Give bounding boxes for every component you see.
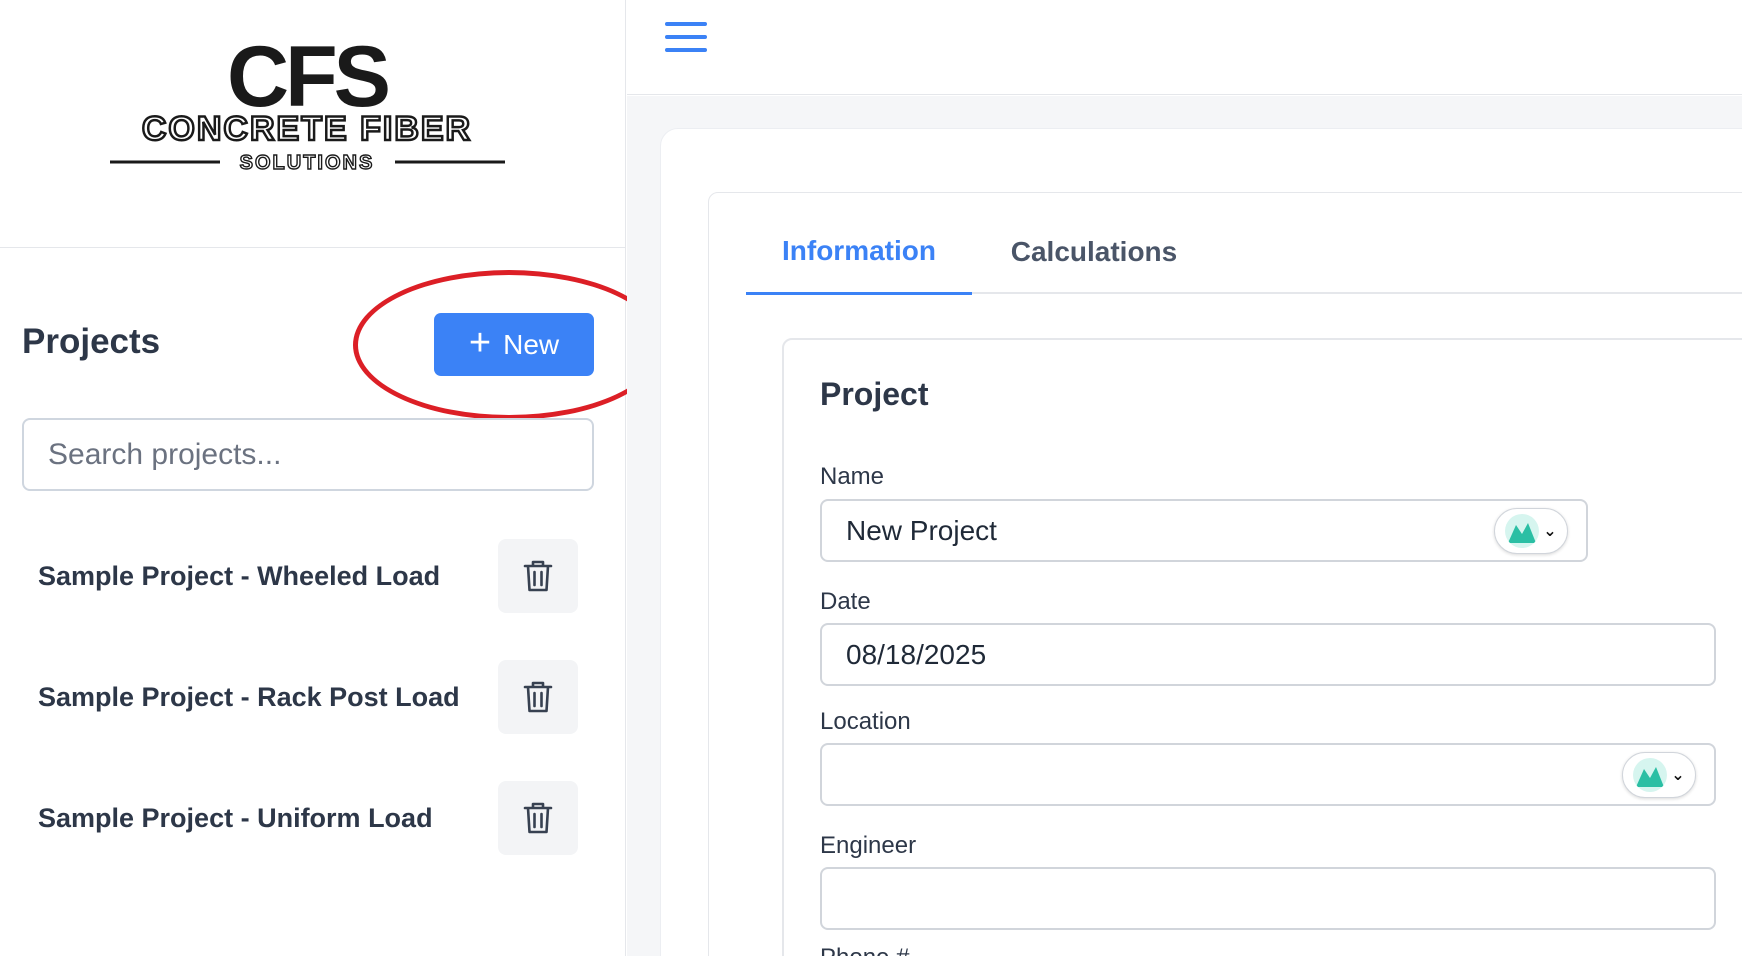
name-field[interactable]: New Project ⌄ [820,499,1588,562]
delete-project-button[interactable] [498,660,578,734]
delete-project-button[interactable] [498,539,578,613]
extension-badge[interactable]: ⌄ [1622,751,1696,798]
plus-icon: + [468,322,492,364]
date-field[interactable]: 08/18/2025 [820,623,1716,686]
engineer-label: Engineer [820,832,917,859]
date-label: Date [820,588,871,615]
project-name[interactable]: Sample Project - Rack Post Load [38,682,460,713]
trash-icon [523,560,553,592]
sidebar: CFS CONCRETE FIBER SOLUTIONS Projects + … [0,0,665,956]
hamburger-menu-icon[interactable] [665,22,707,52]
search-input[interactable] [22,418,594,491]
engineer-field[interactable] [820,867,1716,930]
date-value: 08/18/2025 [846,638,987,670]
trash-icon [523,802,553,834]
new-project-button[interactable]: + New [434,313,594,376]
phone-label: Phone # [820,944,909,956]
projects-title: Projects [22,322,161,361]
card-title: Project [820,376,929,412]
tab-calculations[interactable]: Calculations [972,210,1216,294]
location-field[interactable]: ⌄ [820,743,1716,806]
logo-company-line1: CONCRETE FIBER [142,110,472,148]
chevron-down-icon: ⌄ [1543,522,1557,540]
logo-company-line2: SOLUTIONS [240,152,375,174]
project-name[interactable]: Sample Project - Wheeled Load [38,561,440,592]
extension-logo-icon [1505,513,1540,548]
new-button-label: New [503,328,560,360]
extension-badge[interactable]: ⌄ [1494,507,1568,554]
project-list-item[interactable]: Sample Project - Uniform Load [38,781,578,855]
trash-icon [523,681,553,713]
tab-information[interactable]: Information [746,210,972,295]
project-name[interactable]: Sample Project - Uniform Load [38,803,433,834]
tab-bar: Information Calculations [746,210,1742,295]
name-value: New Project [846,514,997,546]
logo-area: CFS CONCRETE FIBER SOLUTIONS [0,0,626,248]
extension-logo-icon [1633,757,1668,792]
name-label: Name [820,463,885,490]
top-bar [627,0,1742,95]
delete-project-button[interactable] [498,781,578,855]
location-label: Location [820,708,911,735]
chevron-down-icon: ⌄ [1671,766,1685,784]
company-logo: CFS CONCRETE FIBER SOLUTIONS [110,40,505,175]
project-list-item[interactable]: Sample Project - Wheeled Load [38,539,578,613]
project-list-item[interactable]: Sample Project - Rack Post Load [38,660,578,734]
